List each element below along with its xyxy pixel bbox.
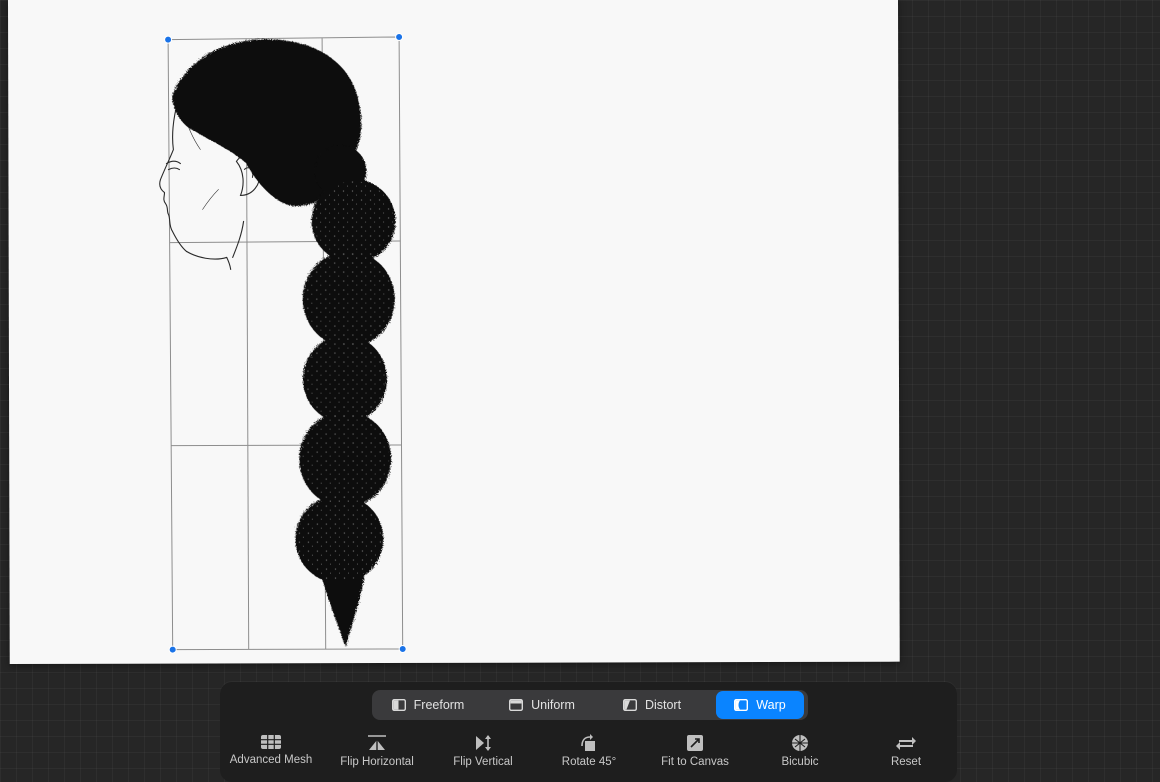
flip-vertical-icon [476,735,491,751]
flip-vertical-label: Flip Vertical [453,756,513,768]
drawing-canvas[interactable] [8,0,900,664]
mode-distort-button[interactable]: Distort [602,690,702,720]
mode-uniform-button[interactable]: Uniform [492,690,592,720]
rotate-45-button[interactable]: Rotate 45° [529,734,649,768]
handle-top-left[interactable] [164,35,173,44]
fit-to-canvas-button[interactable]: Fit to Canvas [635,734,755,768]
mode-warp-label: Warp [756,698,786,712]
bicubic-label: Bicubic [781,756,819,768]
warp-icon [734,699,749,711]
mode-uniform-label: Uniform [531,698,575,712]
hair-texture [297,181,394,582]
transform-mode-bar: Freeform Uniform Distort Warp [372,690,808,720]
rotate-icon [581,734,595,751]
flip-horizontal-icon [368,735,386,750]
mesh-icon [261,735,281,749]
reset-label: Reset [890,756,922,768]
fit-to-canvas-label: Fit to Canvas [661,756,729,768]
flip-horizontal-label: Flip Horizontal [340,756,414,768]
handle-bottom-right[interactable] [398,644,407,653]
rotate-45-label: Rotate 45° [561,756,617,768]
handle-bottom-left[interactable] [168,645,177,654]
flip-vertical-button[interactable]: Flip Vertical [423,734,543,768]
handle-top-right[interactable] [395,32,404,41]
flip-horizontal-button[interactable]: Flip Horizontal [317,734,437,768]
artwork-layer [159,32,407,654]
transform-toolbar: Freeform Uniform Distort Warp Advanced M… [220,682,957,782]
mode-warp-button[interactable]: Warp [716,691,804,719]
mode-freeform-label: Freeform [413,698,465,712]
bicubic-icon [792,735,808,751]
mode-distort-label: Distort [644,698,682,712]
fit-to-canvas-icon [687,735,703,751]
mode-freeform-button[interactable]: Freeform [378,690,478,720]
advanced-mesh-button[interactable]: Advanced Mesh [211,734,331,766]
advanced-mesh-label: Advanced Mesh [229,754,313,766]
freeform-icon [391,699,406,711]
bicubic-button[interactable]: Bicubic [740,734,860,768]
reset-icon [896,737,916,750]
distort-icon [622,699,637,711]
reset-button[interactable]: Reset [846,734,966,768]
uniform-icon [509,699,524,711]
